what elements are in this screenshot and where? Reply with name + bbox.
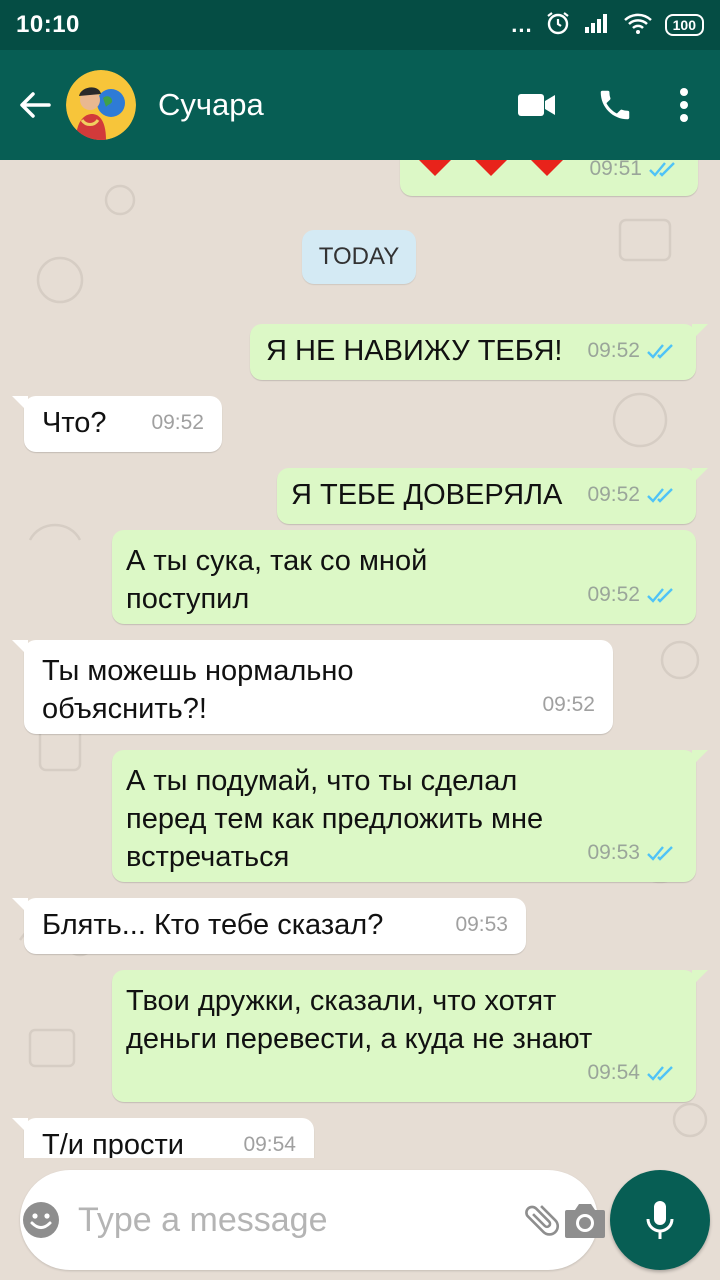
double-check-icon bbox=[647, 1066, 673, 1081]
message-bubble[interactable]: А ты подумай, что ты сделал перед тем ка… bbox=[112, 750, 708, 882]
voice-record-button[interactable] bbox=[610, 1170, 710, 1270]
message-time: 09:53 bbox=[587, 841, 640, 864]
battery-indicator: 100 bbox=[664, 14, 704, 36]
message-time: 09:51 bbox=[589, 160, 642, 180]
message-text: Твои дружки, сказали, что хотят деньги п… bbox=[126, 985, 593, 1055]
overflow-menu-button[interactable] bbox=[654, 50, 714, 160]
video-call-button[interactable] bbox=[498, 50, 576, 160]
contact-name[interactable]: Сучара bbox=[158, 87, 498, 123]
date-divider: TODAY bbox=[302, 230, 416, 284]
composer bbox=[0, 1158, 720, 1280]
double-check-icon bbox=[647, 846, 673, 861]
message-time: 09:52 bbox=[587, 483, 640, 506]
attach-icon bbox=[525, 1205, 560, 1236]
back-button[interactable] bbox=[4, 50, 66, 160]
double-check-icon bbox=[647, 344, 673, 359]
message-text: А ты подумай, что ты сделал перед тем ка… bbox=[126, 765, 544, 873]
more-vert-icon bbox=[680, 88, 688, 122]
heart-icon bbox=[475, 160, 507, 176]
chat-header: Сучара bbox=[0, 50, 720, 160]
emoji-icon bbox=[23, 1202, 59, 1238]
double-check-icon bbox=[647, 588, 673, 603]
heart-icon bbox=[531, 160, 563, 176]
bubble-tail bbox=[12, 898, 28, 914]
bubble-tail bbox=[12, 396, 28, 412]
camera-button[interactable] bbox=[563, 1170, 607, 1270]
video-call-icon bbox=[518, 94, 555, 116]
message-meta: 09:53 bbox=[587, 834, 678, 872]
message-meta: 09:52 bbox=[542, 686, 595, 724]
message-text: Ты можешь нормально объяснить?! bbox=[42, 655, 354, 725]
double-check-icon bbox=[647, 488, 673, 503]
wifi-icon bbox=[623, 11, 653, 40]
message-time: 09:52 bbox=[587, 583, 640, 606]
message-time: 09:52 bbox=[542, 693, 595, 716]
message-meta: 09:52 bbox=[587, 332, 678, 370]
message-time: 09:52 bbox=[587, 339, 640, 362]
message-bubble[interactable]: Что? 09:52 bbox=[12, 396, 222, 452]
message-meta: 09:54 bbox=[243, 1126, 296, 1158]
status-bar: 10:10 ... 100 bbox=[0, 0, 720, 50]
phone-icon bbox=[600, 90, 630, 120]
message-bubble[interactable]: Ты можешь нормально объяснить?! 09:52 bbox=[12, 640, 613, 734]
signal-icon bbox=[583, 11, 611, 40]
message-time: 09:54 bbox=[243, 1133, 296, 1156]
message-bubble[interactable]: Я НЕ НАВИЖУ ТЕБЯ! 09:52 bbox=[250, 324, 708, 380]
message-text: Блять... Кто тебе сказал? bbox=[42, 909, 384, 941]
hearts-emoji bbox=[412, 160, 570, 178]
chat-area[interactable]: 09:51 TODAY Я НЕ НАВИЖУ ТЕБЯ! 09:52 Что?… bbox=[0, 160, 720, 1158]
double-check-icon bbox=[649, 162, 675, 177]
camera-icon bbox=[565, 1204, 605, 1238]
status-icons: ... 100 bbox=[511, 10, 704, 41]
message-bubble[interactable]: Т/и прости 09:54 bbox=[12, 1118, 314, 1158]
message-time: 09:54 bbox=[587, 1061, 640, 1084]
bubble-tail bbox=[692, 750, 708, 766]
bubble-tail bbox=[12, 1118, 28, 1134]
message-time: 09:53 bbox=[455, 913, 508, 936]
heart-icon bbox=[419, 160, 451, 176]
alarm-icon bbox=[545, 10, 571, 41]
message-meta: 09:52 bbox=[151, 404, 204, 442]
message-input[interactable] bbox=[62, 1190, 521, 1250]
message-meta: 09:52 bbox=[587, 476, 678, 514]
contact-avatar[interactable] bbox=[66, 70, 136, 140]
message-meta: 09:54 bbox=[587, 1054, 678, 1092]
voice-call-button[interactable] bbox=[576, 50, 654, 160]
message-bubble[interactable]: Я ТЕБЕ ДОВЕРЯЛА 09:52 bbox=[277, 468, 708, 524]
message-bubble[interactable]: 09:51 bbox=[400, 160, 698, 196]
message-meta: 09:51 bbox=[589, 160, 680, 188]
status-time: 10:10 bbox=[16, 11, 80, 38]
mic-icon bbox=[646, 1201, 674, 1239]
message-meta: 09:52 bbox=[587, 576, 678, 614]
back-arrow-icon bbox=[20, 92, 51, 118]
message-text: А ты сука, так со мной поступил bbox=[126, 545, 428, 615]
message-bubble[interactable]: А ты сука, так со мной поступил 09:52 bbox=[112, 530, 696, 624]
emoji-button[interactable] bbox=[20, 1170, 62, 1270]
message-bubble[interactable]: Твои дружки, сказали, что хотят деньги п… bbox=[112, 970, 708, 1102]
bubble-tail bbox=[692, 468, 708, 484]
message-bubble[interactable]: Блять... Кто тебе сказал? 09:53 bbox=[12, 898, 526, 954]
bubble-tail bbox=[12, 640, 28, 656]
message-meta: 09:53 bbox=[455, 906, 508, 944]
message-input-container bbox=[20, 1170, 605, 1270]
more-dots: ... bbox=[511, 12, 533, 37]
attach-button[interactable] bbox=[521, 1170, 563, 1270]
message-time: 09:52 bbox=[151, 411, 204, 434]
bubble-tail bbox=[692, 970, 708, 986]
bubble-tail bbox=[692, 324, 708, 340]
